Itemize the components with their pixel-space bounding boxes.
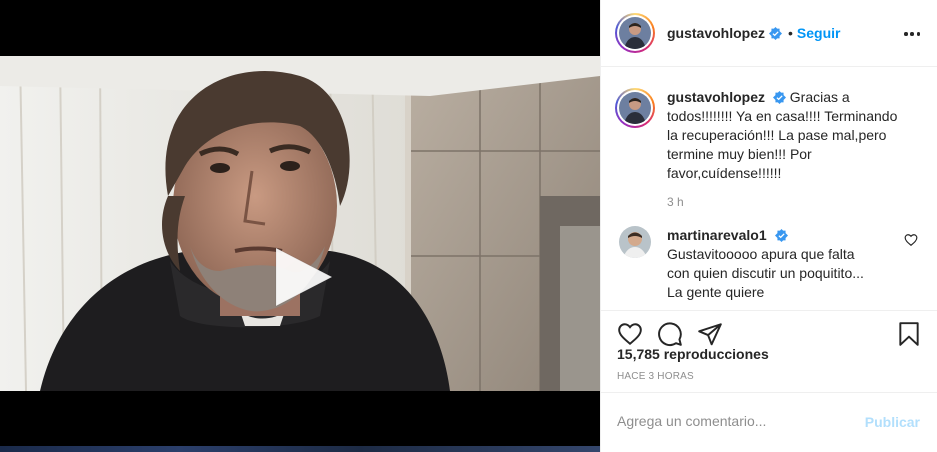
comment-composer: Publicar — [601, 392, 937, 452]
comment-input[interactable] — [617, 413, 857, 429]
caption-avatar[interactable] — [615, 88, 655, 128]
separator-dot: • — [788, 25, 793, 41]
comment-icon[interactable] — [657, 321, 683, 347]
bookmark-icon[interactable] — [896, 321, 922, 347]
heart-icon[interactable] — [617, 321, 643, 347]
publish-button[interactable]: Publicar — [865, 414, 920, 430]
video-frame[interactable] — [0, 56, 600, 391]
view-count[interactable]: 15,785 reproducciones — [617, 346, 769, 362]
verified-badge-icon — [769, 26, 783, 40]
avatar[interactable] — [615, 13, 655, 53]
next-frame-strip — [0, 446, 600, 452]
comment-username[interactable]: martinarevalo1 — [667, 227, 767, 243]
caption-username[interactable]: gustavohlopez — [667, 89, 765, 105]
follow-button[interactable]: Seguir — [797, 25, 841, 41]
verified-badge-icon — [774, 228, 788, 242]
more-options-icon[interactable] — [904, 26, 920, 42]
author-username[interactable]: gustavohlopez — [667, 25, 765, 41]
post-details-panel: gustavohlopez • Seguir gustavohlopez Gra… — [600, 0, 937, 452]
video-thumbnail — [0, 56, 600, 391]
comment-avatar[interactable] — [619, 226, 651, 258]
send-icon[interactable] — [697, 321, 723, 347]
video-panel[interactable] — [0, 0, 600, 452]
comment-text: Gustavitooooo apura que falta con quien … — [667, 246, 864, 300]
action-bar — [601, 310, 937, 346]
play-icon[interactable] — [270, 244, 336, 310]
caption-timestamp[interactable]: 3 h — [667, 195, 899, 209]
post-time[interactable]: HACE 3 HORAS — [617, 371, 694, 382]
post-header: gustavohlopez • Seguir — [601, 0, 937, 67]
comment-like-heart-icon[interactable] — [904, 233, 918, 247]
comments-list[interactable]: gustavohlopez Gracias a todos!!!!!!!! Ya… — [601, 68, 937, 310]
comment-item: martinarevalo1 Gustavitooooo apura que f… — [615, 226, 924, 302]
verified-badge-icon — [772, 90, 786, 104]
caption: gustavohlopez Gracias a todos!!!!!!!! Ya… — [615, 88, 924, 209]
